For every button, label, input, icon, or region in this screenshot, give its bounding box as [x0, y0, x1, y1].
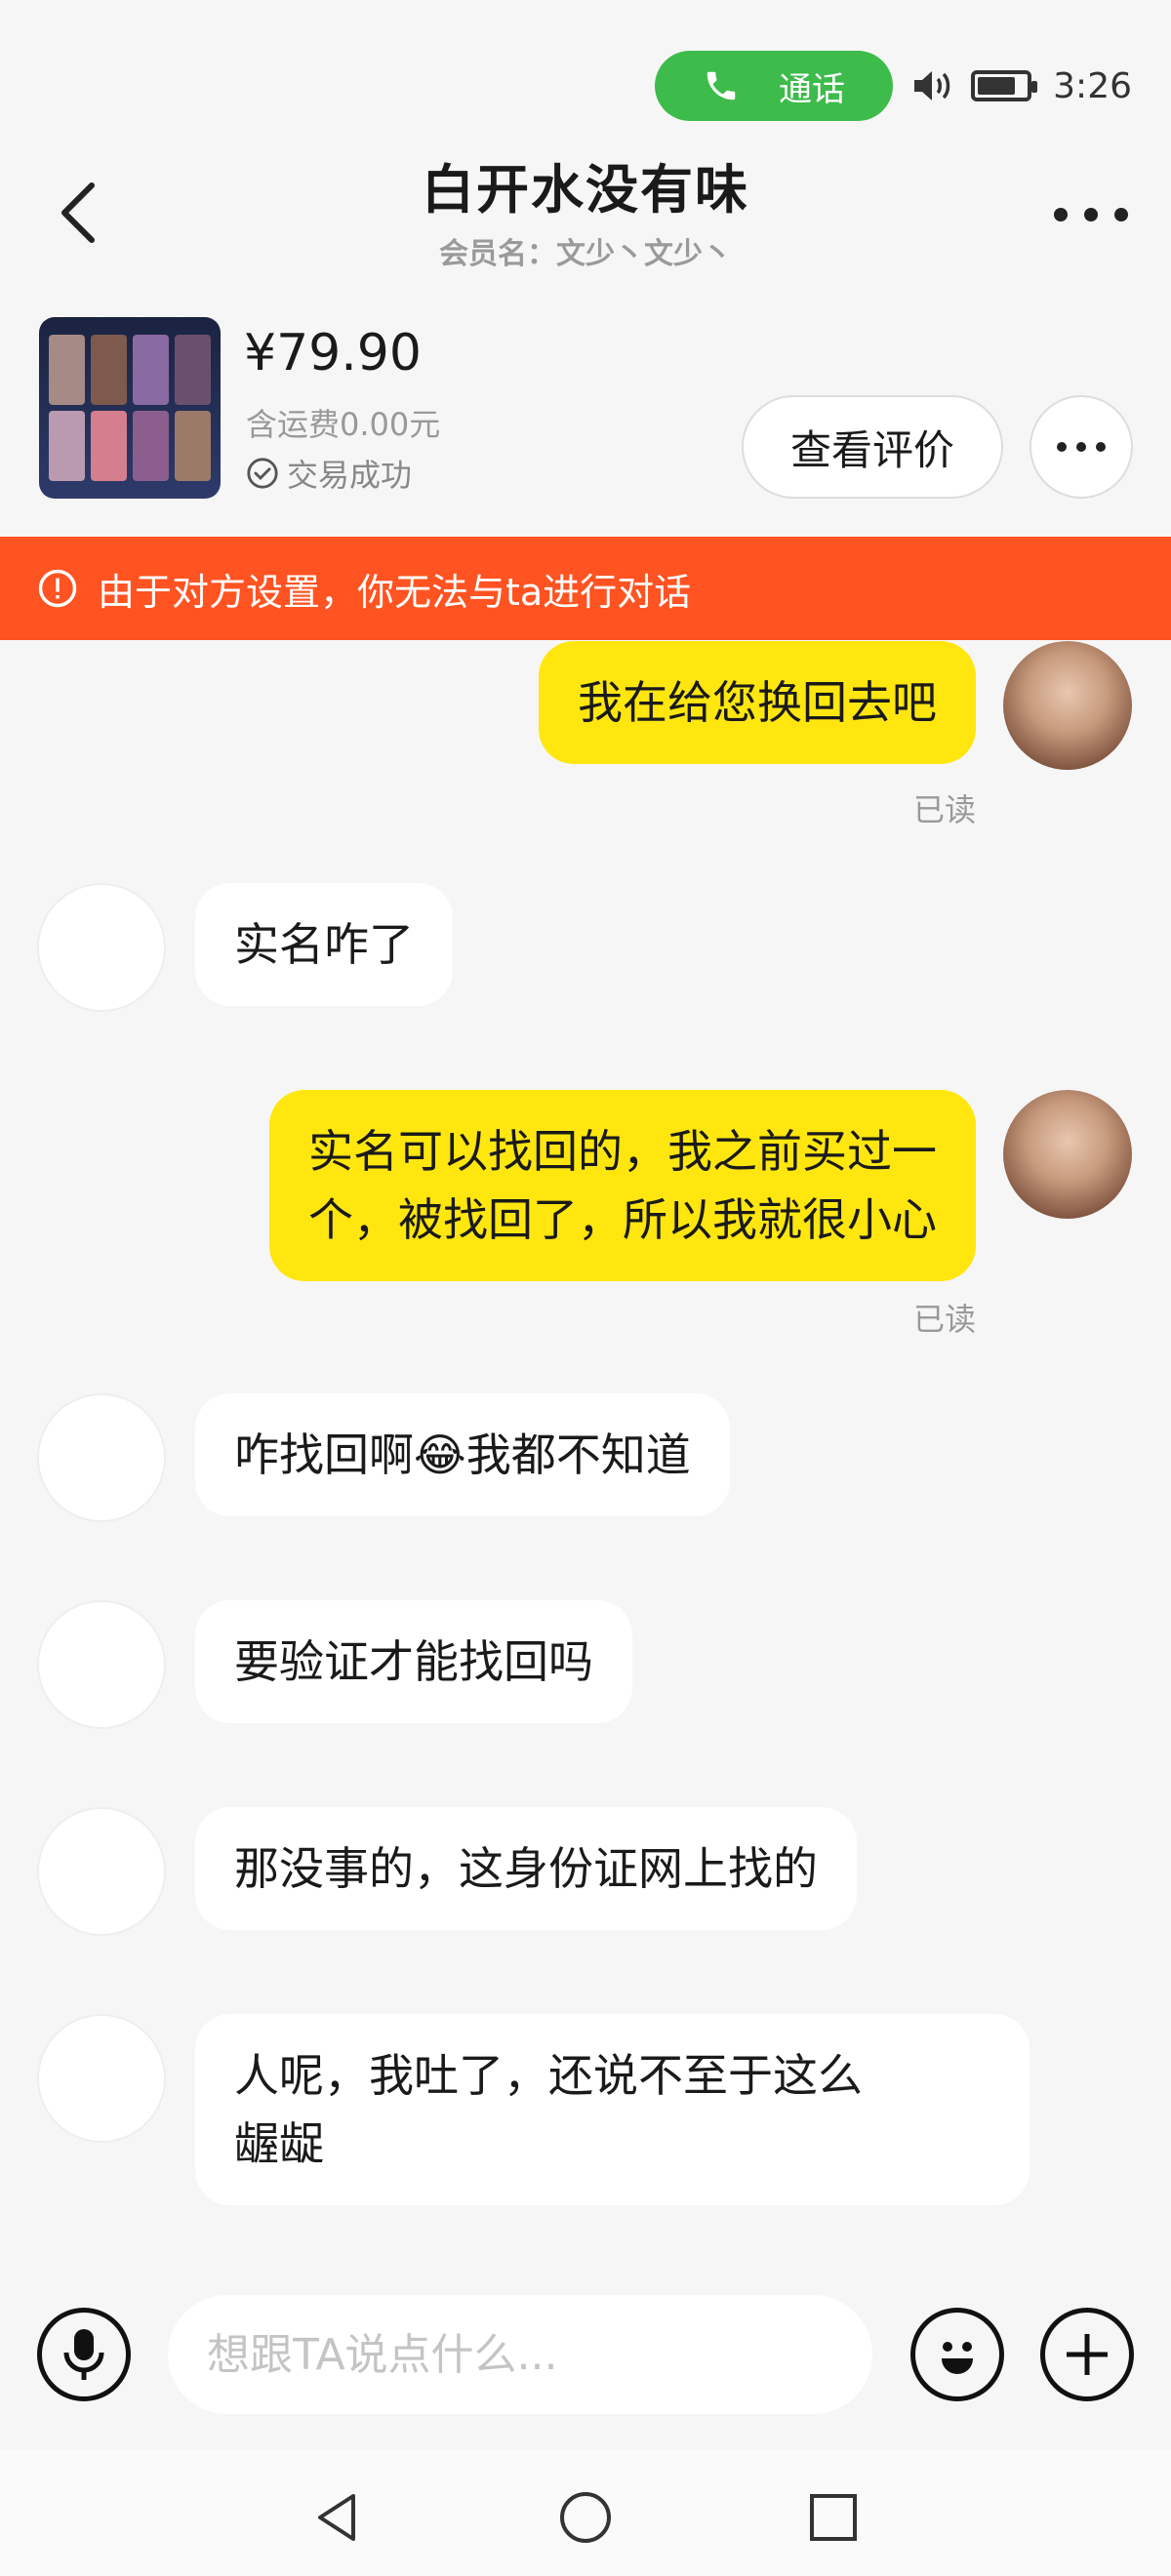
volume-icon	[914, 71, 950, 101]
voice-button[interactable]	[37, 2308, 131, 2401]
product-more-button[interactable]	[1030, 395, 1133, 499]
circle-home-icon	[560, 2492, 611, 2543]
their-message-bubble[interactable]: 要验证才能找回吗	[195, 1600, 632, 1723]
nav-home-button[interactable]	[556, 2488, 615, 2547]
alert-circle-icon	[38, 569, 77, 608]
message-text: 咋找回啊	[234, 1429, 414, 1481]
trade-status: 交易成功	[246, 451, 412, 496]
view-review-button[interactable]: 查看评价	[742, 395, 1003, 499]
battery-icon	[971, 70, 1038, 101]
more-dots-icon[interactable]	[1054, 195, 1128, 234]
message-text: 我都不知道	[465, 1429, 691, 1481]
check-circle-icon	[247, 458, 278, 489]
phone-icon	[707, 71, 736, 101]
status-bar: 通话 3:26	[0, 0, 1171, 137]
shipping-fee: 含运费0.00元	[246, 406, 441, 443]
member-name: 会员名：文少丶文少丶	[439, 237, 732, 271]
system-status: 3:26	[912, 60, 1132, 111]
system-nav-bar	[0, 2449, 1171, 2576]
message-text: 那没事的，这身份证网上找的	[234, 1842, 818, 1895]
my-message-bubble[interactable]: 实名可以找回的，我之前买过一 个，被找回了，所以我就很小心	[269, 1090, 976, 1281]
square-recents-icon	[810, 2494, 857, 2541]
title-block: 白开水没有味 会员名：文少丶文少丶	[0, 146, 1171, 272]
read-receipt: 已读	[912, 791, 976, 828]
my-avatar[interactable]	[1003, 641, 1132, 770]
contact-avatar[interactable]	[37, 1393, 166, 1522]
their-message-bubble[interactable]: 那没事的，这身份证网上找的	[195, 1807, 857, 1930]
contact-avatar[interactable]	[37, 1600, 166, 1729]
message-text: 实名可以找回的，我之前买过一	[308, 1125, 937, 1178]
message-row: 我在给您换回去吧 已读	[0, 641, 1171, 836]
message-text: 我在给您换回去吧	[578, 676, 937, 729]
message-text: 实名咋了	[234, 918, 414, 971]
product-thumbnail[interactable]	[39, 317, 221, 499]
laughing-crying-emoji: 😂	[414, 1429, 466, 1481]
message-row: 实名咋了	[0, 883, 1171, 1020]
my-avatar[interactable]	[1003, 1090, 1132, 1219]
page-title: 白开水没有味	[422, 159, 749, 221]
their-message-bubble[interactable]: 实名咋了	[195, 883, 453, 1006]
message-text: 要验证才能找回吗	[234, 1635, 593, 1688]
chat-header: 白开水没有味 会员名：文少丶文少丶	[0, 137, 1171, 283]
emoji-button[interactable]	[910, 2308, 1004, 2401]
microphone-icon	[63, 2329, 104, 2380]
contact-avatar[interactable]	[37, 1807, 166, 1936]
their-message-bubble[interactable]: 咋找回啊😂我都不知道	[195, 1393, 730, 1516]
product-price: ¥79.90	[244, 324, 422, 382]
message-row: 那没事的，这身份证网上找的	[0, 1807, 1171, 1944]
contact-avatar[interactable]	[37, 2014, 166, 2143]
nav-recents-button[interactable]	[804, 2488, 863, 2547]
message-text: 人呢，我吐了，还说不至于这么	[234, 2049, 863, 2102]
read-receipt: 已读	[912, 1301, 976, 1338]
triangle-back-icon	[318, 2494, 355, 2541]
smiley-icon	[942, 2342, 973, 2374]
call-pill[interactable]: 通话	[655, 51, 893, 121]
warning-text: 由于对方设置，你无法与ta进行对话	[98, 570, 692, 614]
message-row: 实名可以找回的，我之前买过一 个，被找回了，所以我就很小心 已读	[0, 1090, 1171, 1344]
warning-banner: 由于对方设置，你无法与ta进行对话	[0, 537, 1171, 640]
contact-avatar[interactable]	[37, 883, 166, 1012]
clock: 3:26	[1053, 65, 1132, 106]
message-text: 个，被找回了，所以我就很小心	[308, 1193, 937, 1246]
plus-icon	[1067, 2334, 1108, 2375]
trade-status-label: 交易成功	[287, 457, 413, 494]
my-message-bubble[interactable]: 我在给您换回去吧	[539, 641, 976, 764]
nav-back-button[interactable]	[308, 2488, 367, 2547]
message-input[interactable]	[168, 2295, 872, 2414]
message-row: 要验证才能找回吗	[0, 1600, 1171, 1737]
product-card[interactable]: ¥79.90 含运费0.00元 交易成功 查看评价	[0, 310, 1171, 535]
call-label: 通话	[779, 69, 845, 109]
input-bar	[0, 2274, 1171, 2430]
message-row: 咋找回啊😂我都不知道	[0, 1393, 1171, 1530]
their-message-bubble[interactable]: 人呢，我吐了，还说不至于这么 龌龊	[195, 2014, 1030, 2205]
add-button[interactable]	[1040, 2308, 1134, 2401]
message-row: 人呢，我吐了，还说不至于这么 龌龊	[0, 2014, 1171, 2209]
message-text: 龌龊	[234, 2117, 324, 2170]
